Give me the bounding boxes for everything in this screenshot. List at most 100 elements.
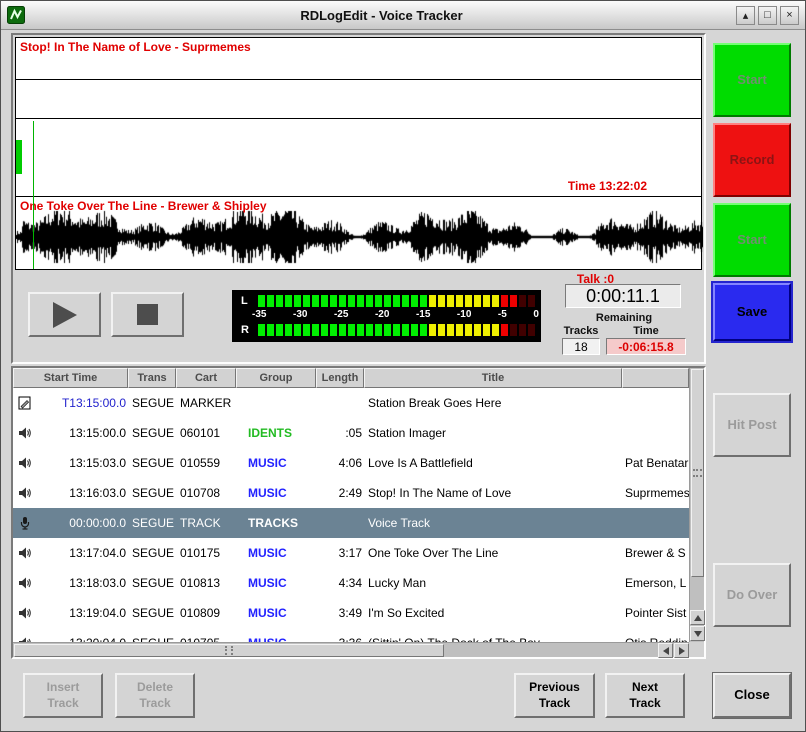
cell-title: I'm So Excited <box>364 598 622 628</box>
cell-len <box>316 508 364 538</box>
cell-cart: 010809 <box>176 598 236 628</box>
elapsed-timer: 0:00:11.1 <box>565 284 681 308</box>
scroll-right-button[interactable] <box>674 643 689 658</box>
cell-title: Stop! In The Name of Love <box>364 478 622 508</box>
meter-bar-left <box>258 295 535 307</box>
stop-button[interactable] <box>111 292 184 337</box>
cell-title: Station Break Goes Here <box>364 388 622 418</box>
table-row[interactable]: 13:15:00.0SEGUE060101IDENTS:05Station Im… <box>13 418 689 448</box>
meter-scale-tick: 0 <box>533 309 539 322</box>
remaining-label: Remaining <box>549 312 699 324</box>
scroll-up-button[interactable] <box>690 610 705 625</box>
meter-segment <box>510 324 517 336</box>
meter-segment <box>339 295 346 307</box>
horizontal-scrollbar[interactable] <box>13 642 689 657</box>
table-row[interactable]: 13:15:03.0SEGUE010559MUSIC4:06Love Is A … <box>13 448 689 478</box>
delete-track-button[interactable]: Delete Track <box>115 673 195 718</box>
close-button[interactable]: Close <box>713 673 791 718</box>
record-button[interactable]: Record <box>713 123 791 197</box>
cell-len: 4:06 <box>316 448 364 478</box>
meter-scale-tick: -35 <box>252 309 266 322</box>
hit-post-button[interactable]: Hit Post <box>713 393 791 457</box>
vertical-scrollbar[interactable] <box>689 368 704 642</box>
meter-segment <box>312 295 319 307</box>
waveform-display[interactable]: Stop! In The Name of Love - Suprmemes Ti… <box>15 37 702 270</box>
meter-segment <box>285 295 292 307</box>
cell-cart: 060101 <box>176 418 236 448</box>
column-header-artist[interactable] <box>622 368 689 388</box>
cell-title: Voice Track <box>364 508 622 538</box>
table-row[interactable]: 13:20:04.0SEGUE010705MUSIC3:36(Sittin' O… <box>13 628 689 642</box>
horizontal-scrollbar-thumb[interactable] <box>14 644 444 657</box>
previous-track-button[interactable]: Previous Track <box>514 673 595 718</box>
meter-segment <box>339 324 346 336</box>
start-previous-button[interactable]: Start <box>713 43 791 117</box>
do-over-button[interactable]: Do Over <box>713 563 791 627</box>
start-next-button[interactable]: Start <box>713 203 791 277</box>
table-row[interactable]: 00:00:00.0SEGUETRACKTRACKSVoice Track <box>13 508 689 538</box>
cell-group: MUSIC <box>236 568 316 598</box>
column-header-length[interactable]: Length <box>316 368 364 388</box>
speaker-icon <box>18 546 32 560</box>
cell-artist: Pointer Sist <box>622 598 689 628</box>
close-icon[interactable]: × <box>780 6 799 25</box>
save-button[interactable]: Save <box>713 283 791 341</box>
arrow-right-icon <box>679 647 685 655</box>
meter-segment <box>447 295 454 307</box>
meter-segment <box>393 324 400 336</box>
meter-segment <box>501 295 508 307</box>
meter-segment <box>303 295 310 307</box>
cell-len: 4:34 <box>316 568 364 598</box>
time-label: Time 13:22:02 <box>568 179 647 193</box>
vertical-scrollbar-thumb[interactable] <box>691 369 704 577</box>
column-header-trans[interactable]: Trans <box>128 368 176 388</box>
cell-start-time: 13:17:04.0 <box>13 538 128 568</box>
maximize-icon[interactable]: □ <box>758 6 777 25</box>
previous-track-pane: Stop! In The Name of Love - Suprmemes <box>16 38 701 119</box>
cell-artist <box>622 508 689 538</box>
table-row[interactable]: 13:19:04.0SEGUE010809MUSIC3:49I'm So Exc… <box>13 598 689 628</box>
play-button[interactable] <box>28 292 101 337</box>
arrow-up-icon <box>694 615 702 621</box>
next-track-title: One Toke Over The Line - Brewer & Shiple… <box>20 199 267 213</box>
next-track-button[interactable]: Next Track <box>605 673 685 718</box>
column-header-start-time[interactable]: Start Time <box>13 368 128 388</box>
meter-segment <box>366 324 373 336</box>
cell-artist <box>622 418 689 448</box>
meter-segment <box>402 295 409 307</box>
cell-trans: SEGUE <box>128 568 176 598</box>
cell-trans: SEGUE <box>128 628 176 642</box>
cell-start-time: 13:19:04.0 <box>13 598 128 628</box>
shade-icon[interactable]: ▴ <box>736 6 755 25</box>
scroll-left-button[interactable] <box>658 643 673 658</box>
meter-segment <box>348 324 355 336</box>
speaker-icon <box>18 456 32 470</box>
meter-segment <box>483 295 490 307</box>
playback-cursor[interactable] <box>33 121 34 269</box>
table-row[interactable]: 13:17:04.0SEGUE010175MUSIC3:17One Toke O… <box>13 538 689 568</box>
meter-segment <box>492 324 499 336</box>
grip-icon <box>225 646 233 655</box>
meter-segment <box>384 324 391 336</box>
titlebar[interactable]: RDLogEdit - Voice Tracker ▴ □ × <box>1 1 805 30</box>
table-row[interactable]: T13:15:00.0SEGUEMARKERStation Break Goes… <box>13 388 689 418</box>
cell-group <box>236 388 316 418</box>
table-row[interactable]: 13:18:03.0SEGUE010813MUSIC4:34Lucky ManE… <box>13 568 689 598</box>
column-header-title[interactable]: Title <box>364 368 622 388</box>
meter-segment <box>429 324 436 336</box>
meter-segment <box>474 324 481 336</box>
cell-cart: 010708 <box>176 478 236 508</box>
meter-segment <box>420 295 427 307</box>
meter-segment <box>393 295 400 307</box>
cell-title: One Toke Over The Line <box>364 538 622 568</box>
meter-segment <box>438 295 445 307</box>
scroll-down-button[interactable] <box>690 626 705 641</box>
column-header-group[interactable]: Group <box>236 368 316 388</box>
meter-segment <box>267 324 274 336</box>
meter-segment <box>465 295 472 307</box>
insert-track-button[interactable]: Insert Track <box>23 673 103 718</box>
table-row[interactable]: 13:16:03.0SEGUE010708MUSIC2:49Stop! In T… <box>13 478 689 508</box>
meter-segment <box>258 324 265 336</box>
column-header-cart[interactable]: Cart <box>176 368 236 388</box>
meter-scale-tick: -15 <box>416 309 430 322</box>
